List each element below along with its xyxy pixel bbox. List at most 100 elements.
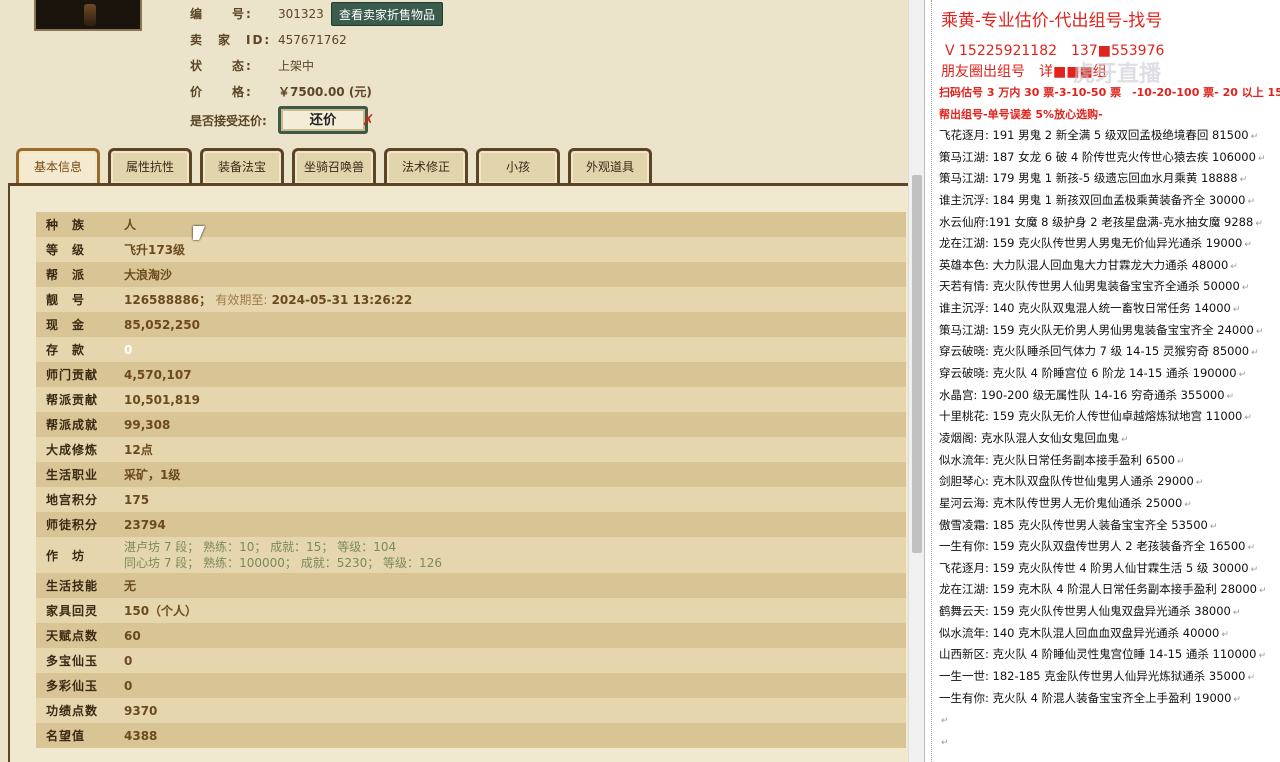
tab-appearance[interactable]: 外观道具 <box>568 148 652 184</box>
row-key: 等 级 <box>46 243 86 257</box>
table-row: 作 坊 湛卢坊 7 段； 熟练：10； 成就：15； 等级：104 同心坊 7 段；… <box>36 537 906 573</box>
tab-spell-correction[interactable]: 法术修正 <box>384 148 468 184</box>
row-value: 采矿，1级 <box>124 468 181 482</box>
row-value: 126588886； 有效期至: 2024-05-31 13:26:22 <box>124 293 413 307</box>
tab-basic-info[interactable]: 基本信息 <box>16 148 100 184</box>
row-value: 23794 <box>124 517 166 532</box>
table-row: 帮 派 大浪淘沙 <box>36 262 906 287</box>
counter-offer-button[interactable]: 还价 <box>278 106 368 134</box>
list-item: 一生有你: 克火队 4 阶混人装备宝宝齐全上手盈利 19000 ↵ <box>939 690 1241 705</box>
row-value: 99,308 <box>124 417 171 432</box>
row-key: 师门贡献 <box>46 368 99 382</box>
seller-id-label: 卖 家 ID: <box>190 33 272 47</box>
row-key: 帮 派 <box>46 268 86 282</box>
row-value: 12点 <box>124 443 153 457</box>
character-avatar <box>34 0 142 31</box>
row-key: 地宫积分 <box>46 493 99 507</box>
tab-equipment[interactable]: 装备法宝 <box>200 148 284 184</box>
tab-attributes[interactable]: 属性抗性 <box>108 148 192 184</box>
status-value: 上架中 <box>278 59 315 73</box>
row-key: 帮派贡献 <box>46 393 99 407</box>
list-item: 鹤舞云天: 159 克火队传世男人仙鬼双盘异光通杀 38000 ↵ <box>939 604 1241 619</box>
table-row: 名望值 4388 <box>36 723 906 748</box>
view-seller-items-button[interactable]: 查看卖家折售物品 <box>331 2 444 26</box>
row-key: 功绩点数 <box>46 704 99 718</box>
table-row: 师门贡献 4,570,107 <box>36 362 906 387</box>
row-key: 生活技能 <box>46 579 99 593</box>
table-row: 帮派贡献 10,501,819 <box>36 387 906 412</box>
table-row: 功绩点数 9370 <box>36 698 906 723</box>
empty-line: ↵ <box>941 716 949 727</box>
table-row: 多彩仙玉 0 <box>36 673 906 698</box>
list-item: 十里桃花: 159 克火队无价人传世仙卓越熔炼狱地宫 11000 ↵ <box>939 409 1252 424</box>
row-value: 飞升173级 <box>124 243 186 257</box>
list-item: 水云仙府:191 女魔 8 级护身 2 老孩星盘满-克水抽女魔 9288 ↵ <box>939 214 1263 229</box>
list-item: 天若有情: 克火队传世男人仙男鬼装备宝宝齐全通杀 50000 ↵ <box>939 279 1250 294</box>
table-row: 多宝仙玉 0 <box>36 648 906 673</box>
row-value: 60 <box>124 628 141 643</box>
list-item: 龙在江湖: 159 克木队 4 阶混人日常任务副本接手盈利 28000 ↵ <box>939 582 1267 597</box>
list-item: 水晶宫: 190-200 级无属性队 14-16 穷奇通杀 355000 ↵ <box>939 387 1235 402</box>
workshop-line-1: 湛卢坊 7 段； 熟练：10； 成就：15； 等级：104 <box>124 540 397 554</box>
info-tabs: 基本信息 属性抗性 装备法宝 坐骑召唤兽 法术修正 小孩 外观道具 <box>16 148 896 184</box>
table-row: 存 款 0 <box>36 337 906 362</box>
list-item: 傲雪凌霜: 185 克火队传世男人装备宝宝齐全 53500 ↵ <box>939 517 1218 532</box>
row-value: 150（个人） <box>124 604 198 618</box>
notes-document: 乘黄-专业估价-代出组号-找号 V 15225921182 137■553976… <box>924 0 1280 762</box>
list-item: 一生有你: 159 克火队双盘传世男人 2 老孩装备齐全 16500 ↵ <box>939 539 1256 554</box>
close-icon[interactable]: ✗ <box>362 111 375 129</box>
row-key: 存 款 <box>46 343 86 357</box>
page-scrollbar[interactable] <box>908 0 924 762</box>
row-key: 作 坊 <box>46 548 86 563</box>
status-row: 状 态: 上架中 <box>190 56 314 76</box>
list-item: 似水流年: 140 克木队混人回血血双盘异光通杀 40000 ↵ <box>939 625 1229 640</box>
list-item: 剑胆琴心: 克木队双盘队传世仙鬼男人通杀 29000 ↵ <box>939 474 1204 489</box>
margin-guide <box>931 0 933 762</box>
assembly-note: 帮出组号-单号误差 5%放心选购- <box>939 108 1103 121</box>
list-item: 穿云破晓: 克火队 4 阶睡宫位 6 阶龙 14-15 通杀 190000 ↵ <box>939 366 1247 381</box>
account-list: 飞花逐月: 191 男鬼 2 新全满 5 级双回孟极绝境春回 81500 ↵ 策马… <box>939 125 1279 753</box>
table-row: 生活职业 采矿，1级 <box>36 462 906 487</box>
tab-mounts-pets[interactable]: 坐骑召唤兽 <box>292 148 376 184</box>
listing-page: 编 号: 301323 查看卖家折售物品 卖 家 ID: 457671762 状 态… <box>0 0 908 762</box>
row-key: 生活职业 <box>46 468 99 482</box>
price-row: 价 格: ￥7500.00 (元) <box>190 82 372 102</box>
expiry-label: 有效期至: <box>215 293 268 307</box>
row-value: 0 <box>124 678 133 693</box>
row-key: 现 金 <box>46 318 86 332</box>
scrollbar-thumb[interactable] <box>912 175 922 553</box>
table-row: 帮派成就 99,308 <box>36 412 906 437</box>
expiry-date: 2024-05-31 13:26:22 <box>271 293 413 307</box>
row-value: 人 <box>124 218 137 232</box>
seller-id-row: 卖 家 ID: 457671762 <box>190 30 347 50</box>
list-item: 山西新区: 克火队 4 阶睡仙灵性鬼宫位睡 14-15 通杀 110000 ↵ <box>939 647 1266 662</box>
status-label: 状 态: <box>190 59 253 73</box>
table-row: 等 级 飞升173级 <box>36 237 906 262</box>
tab-children[interactable]: 小孩 <box>476 148 560 184</box>
basic-info-table: 种 族 人 等 级 飞升173级 帮 派 大浪淘沙 靓 号 126588886； 有效期… <box>36 212 906 748</box>
price-value: ￥7500.00 (元) <box>278 85 372 99</box>
row-key: 家具回灵 <box>46 604 99 618</box>
row-key: 靓 号 <box>46 293 86 307</box>
row-key: 师徒积分 <box>46 518 99 532</box>
list-item: 谁主沉浮: 140 克火队双鬼混人统一畜牧日常任务 14000 ↵ <box>939 301 1241 316</box>
row-key: 天赋点数 <box>46 629 99 643</box>
table-row: 现 金 85,052,250 <box>36 312 906 337</box>
special-id: 126588886 <box>124 293 200 307</box>
row-value: 4388 <box>124 728 158 743</box>
row-key: 大成修炼 <box>46 443 99 457</box>
list-item: 飞花逐月: 191 男鬼 2 新全满 5 级双回孟极绝境春回 81500 ↵ <box>939 128 1259 142</box>
list-item: 策马江湖: 159 克火队无价男人男仙男鬼装备宝宝齐全 24000 ↵ <box>939 322 1264 337</box>
listing-id-label: 编 号: <box>190 7 253 21</box>
row-key: 多彩仙玉 <box>46 679 99 693</box>
counter-offer-row: 是否接受还价: <box>190 111 278 131</box>
row-value: 85,052,250 <box>124 317 200 332</box>
table-row: 天赋点数 60 <box>36 623 906 648</box>
valuation-pricing-note: 扫码估号 3 万内 30 票-3-10-50 票 -10-20-100 票- 2… <box>939 86 1280 99</box>
workshop-line-2: 同心坊 7 段； 熟练：100000； 成就：5230； 等级：126 <box>124 556 442 570</box>
list-item: 穿云破晓: 克火队睡杀回气体力 7 级 14-15 灵猴穷奇 85000 ↵ <box>939 344 1259 359</box>
row-value: 无 <box>124 579 137 593</box>
row-key: 多宝仙玉 <box>46 654 99 668</box>
row-value: 0 <box>124 653 133 668</box>
list-item: 飞花逐月: 159 克火队传世 4 阶男人仙甘霖生活 5 级 30000 ↵ <box>939 560 1259 575</box>
